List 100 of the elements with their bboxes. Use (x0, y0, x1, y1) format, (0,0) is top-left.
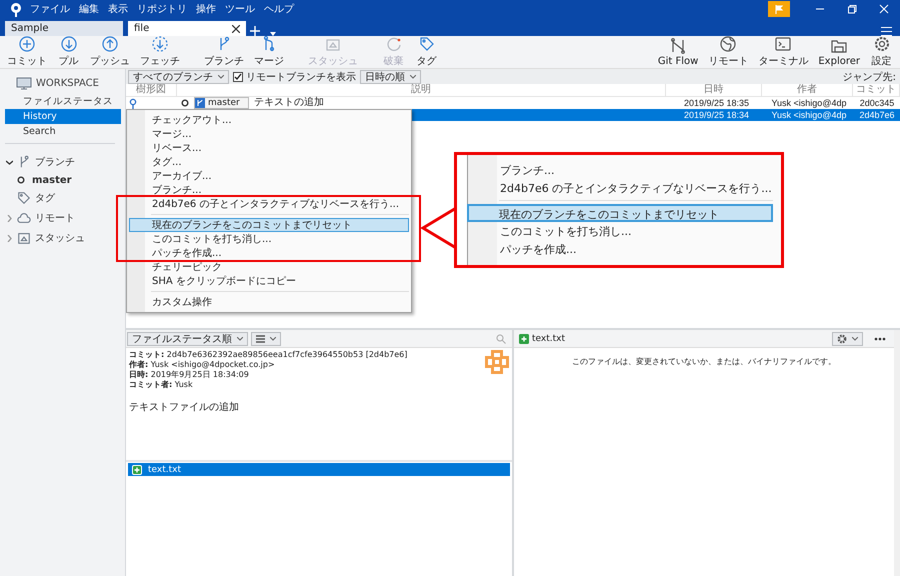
menu-item[interactable]: 現在のブランチをこのコミットまでリセット (129, 218, 409, 232)
restore-icon[interactable] (847, 4, 857, 14)
sort-dropdown[interactable]: 日時の順 (360, 70, 421, 84)
commit-detail: 日時: 2019年9月25日 18:34:09 (129, 370, 250, 380)
menu-item[interactable]: 2d4b7e6 の子とインタラクティブなリベースを行う... (129, 197, 409, 211)
tag-icon (17, 191, 31, 205)
plus-icon[interactable] (250, 26, 260, 36)
tab[interactable]: Sample (5, 21, 123, 36)
sidebar-section[interactable]: スタッシュ (35, 231, 85, 245)
commit-detail: コミット者: Yusk (129, 380, 194, 390)
merge-icon (261, 36, 277, 52)
date-cell-text: 2019/9/25 18:35 (682, 97, 750, 109)
sidebar-section[interactable]: リモート (35, 211, 75, 225)
remote-button[interactable]: リモート (703, 36, 754, 68)
caret-icon (270, 336, 276, 340)
chevron-down-icon[interactable] (6, 158, 13, 166)
menu-item[interactable]: アーカイブ... (129, 169, 409, 183)
tab[interactable]: file (128, 21, 246, 36)
plus-circle-icon (19, 36, 35, 52)
menu-item[interactable]: ファイル (30, 2, 70, 16)
date-cell-text: 2019/9/25 18:34 (682, 109, 750, 121)
diff-message: このファイルは、変更されていないか、または、バイナリファイルです。 (571, 356, 837, 367)
added-file-icon (132, 464, 142, 474)
chevron-right-icon[interactable] (6, 234, 13, 242)
settings-icon (874, 36, 890, 52)
checkbox-label[interactable]: リモートブランチを表示 (246, 70, 356, 84)
down-arrow-circle-icon (60, 36, 76, 52)
file-row[interactable]: text.txt (128, 463, 510, 476)
tag-icon (418, 36, 434, 52)
pull-button[interactable]: プル (52, 36, 85, 68)
menu-item[interactable]: リポジトリ (137, 2, 187, 16)
menu-item[interactable]: カスタム操作 (129, 295, 409, 309)
git-flow-button[interactable]: Git Flow (652, 38, 704, 66)
flag-icon (775, 4, 783, 14)
chevron-right-icon[interactable] (6, 214, 13, 222)
menu-item[interactable]: ツール (225, 2, 255, 16)
caret-icon (237, 336, 243, 340)
circular-arrow-icon (386, 36, 402, 52)
push-button[interactable]: プッシュ (85, 36, 135, 68)
commit-button[interactable]: コミット (2, 36, 52, 68)
commit-description: テキストの追加 (254, 97, 324, 109)
up-arrow-circle-icon (102, 36, 118, 52)
section-heading: WORKSPACE (36, 78, 99, 89)
column-header[interactable]: 樹形図 (126, 84, 177, 96)
branch-button[interactable]: ブランチ (199, 36, 249, 68)
merge-button[interactable]: マージ (249, 36, 289, 68)
menu-item[interactable]: チェリーピック (129, 260, 409, 274)
commit-cell-text: 2d4b7e6 (858, 109, 896, 121)
globe-icon (720, 36, 736, 52)
menu-item[interactable]: ヘルプ (264, 2, 294, 16)
column-header[interactable]: 日時 (666, 84, 762, 96)
commit-message: テキストファイルの追加 (129, 400, 240, 414)
caret-icon (218, 74, 224, 78)
branch-dropdown[interactable]: すべてのブランチ (128, 70, 229, 84)
box-icon (17, 231, 31, 245)
menu-item[interactable]: パッチを作成... (129, 246, 409, 260)
tag-button[interactable]: タグ (410, 36, 443, 68)
sort-dropdown[interactable]: ファイルステータス順 (127, 332, 248, 346)
column-header[interactable]: コミット (853, 84, 900, 96)
cloud-icon (17, 211, 31, 225)
sidebar-section[interactable]: タグ (35, 191, 55, 205)
sidebar-item[interactable]: History (5, 109, 121, 124)
view-dropdown[interactable] (251, 332, 281, 346)
menu-item[interactable]: 表示 (108, 2, 128, 16)
circle-icon (181, 99, 189, 107)
file-name: text.txt (532, 334, 566, 344)
sidebar-item[interactable]: ファイルステータス (5, 94, 121, 109)
column-header[interactable]: 説明 (177, 84, 666, 96)
menu-item[interactable]: 編集 (79, 2, 99, 16)
menu-item[interactable]: リベース... (129, 141, 409, 155)
close-icon[interactable] (232, 24, 240, 32)
menu-item[interactable]: タグ... (129, 155, 409, 169)
settings-dropdown[interactable] (832, 332, 863, 346)
column-header[interactable]: 作者 (762, 84, 853, 96)
settings-button[interactable]: 設定 (865, 36, 898, 68)
fetch-button[interactable]: フェッチ (135, 36, 185, 68)
terminal-button[interactable]: ターミナル (753, 36, 814, 68)
jump-label: ジャンプ先: (842, 70, 896, 84)
menu-item[interactable]: SHA をクリップボードにコピー (129, 274, 409, 288)
terminal-icon (775, 36, 792, 52)
commit-detail: コミット: 2d4b7e6362392ae89856eea1cf7cfe3964550b53 [2d4b7e6] (129, 350, 408, 360)
branch-item[interactable]: master (32, 174, 72, 186)
added-file-icon (519, 334, 529, 344)
menu-item[interactable]: マージ... (129, 127, 409, 141)
sidebar-item[interactable]: Search (5, 124, 121, 139)
menu-item[interactable]: ブランチ... (129, 183, 409, 197)
list-icon (256, 334, 265, 342)
folder-icon (831, 38, 848, 54)
more-icon[interactable] (874, 336, 886, 340)
explorer-button[interactable]: Explorer (813, 38, 865, 66)
author-cell-text: Yusk <ishigo@4dp (770, 97, 848, 109)
author-cell-text: Yusk <ishigo@4dp (770, 109, 848, 121)
checkbox[interactable] (233, 72, 243, 82)
branches-icon (670, 38, 686, 54)
dashed-circle-icon (152, 36, 168, 52)
menu-item[interactable]: 操作 (196, 2, 216, 16)
menu-item[interactable]: このコミットを打ち消し... (129, 232, 409, 246)
monitor-icon (16, 77, 32, 90)
menu-icon[interactable] (881, 27, 892, 36)
sidebar-section[interactable]: ブランチ (35, 155, 75, 169)
